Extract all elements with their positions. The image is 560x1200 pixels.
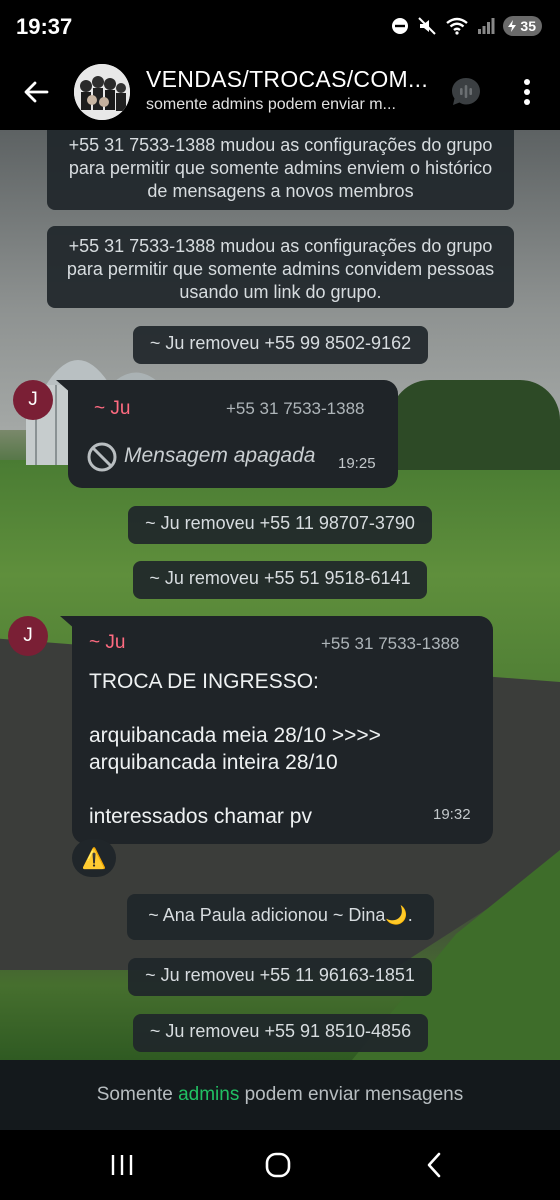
system-message: ~ Ju removeu +55 99 8502-9162 <box>133 326 428 364</box>
warning-icon: ⚠️ <box>81 847 107 870</box>
more-vert-icon <box>524 79 530 105</box>
home-button[interactable] <box>258 1148 298 1182</box>
admins-link[interactable]: admins <box>178 1084 239 1106</box>
message-text: TROCA DE INGRESSO: arquibancada meia 28/… <box>89 670 381 828</box>
system-navigation-bar <box>0 1130 560 1200</box>
nav-back-icon <box>427 1152 441 1178</box>
recent-apps-icon <box>111 1155 133 1175</box>
group-title[interactable]: VENDAS/TROCAS/COM... <box>146 66 436 93</box>
notice-suffix: podem enviar mensagens <box>239 1084 464 1105</box>
home-icon <box>265 1152 291 1178</box>
battery-saver-icon <box>508 20 517 32</box>
system-message: ~ Ju removeu +55 51 9518-6141 <box>133 561 427 599</box>
group-subtitle[interactable]: somente admins podem enviar m... <box>146 96 436 114</box>
status-bar: 19:37 35 <box>0 0 560 54</box>
message-bubble[interactable]: ~ Ju +55 31 7533-1388 TROCA DE INGRESSO:… <box>72 616 493 844</box>
system-message: ~ Ana Paula adicionou ~ Dina🌙. <box>127 894 434 940</box>
recent-apps-button[interactable] <box>102 1148 142 1182</box>
deleted-message-text: Mensagem apagada <box>124 444 316 467</box>
wifi-icon <box>446 17 469 35</box>
sender-avatar[interactable]: J <box>8 616 48 656</box>
chat-area[interactable]: +55 31 7533-1388 mudou as configurações … <box>0 130 560 1060</box>
message-bubble[interactable]: ~ Ju +55 31 7533-1388 Mensagem apagada 1… <box>68 380 398 488</box>
more-options-button[interactable] <box>512 74 542 110</box>
group-avatar-image <box>74 64 130 120</box>
system-message: ~ Ju removeu +55 11 98707-3790 <box>128 506 432 544</box>
system-message: ~ Ju removeu +55 91 8510-4856 <box>133 1014 428 1052</box>
voice-chat-icon <box>452 78 480 105</box>
status-icons: 35 <box>391 16 542 36</box>
system-message: ~ Ju removeu +55 11 96163-1851 <box>128 958 432 996</box>
battery-indicator: 35 <box>503 16 542 36</box>
sender-name[interactable]: ~ Ju <box>89 632 125 654</box>
voice-chat-button[interactable] <box>446 72 486 112</box>
status-time: 19:37 <box>16 14 73 39</box>
admin-only-notice: Somente admins podem enviar mensagens <box>0 1060 560 1130</box>
sender-phone: +55 31 7533-1388 <box>321 634 460 653</box>
notice-prefix: Somente <box>96 1084 179 1105</box>
system-message: +55 31 7533-1388 mudou as configurações … <box>47 226 514 308</box>
sender-phone: +55 31 7533-1388 <box>226 399 365 418</box>
mute-icon <box>418 17 437 35</box>
battery-level: 35 <box>520 18 536 34</box>
back-nav-button[interactable] <box>414 1148 454 1182</box>
message-time: 19:25 <box>338 455 376 472</box>
chat-header: VENDAS/TROCAS/COM... somente admins pode… <box>0 54 560 130</box>
signal-icon <box>478 18 495 34</box>
sender-avatar[interactable]: J <box>13 380 53 420</box>
back-button[interactable] <box>18 74 54 110</box>
group-avatar[interactable] <box>74 64 130 120</box>
sender-name[interactable]: ~ Ju <box>94 398 130 420</box>
blocked-circle-icon <box>87 442 117 472</box>
back-arrow-icon <box>24 81 49 103</box>
message-time: 19:32 <box>433 806 471 823</box>
wallpaper-trees <box>390 380 560 470</box>
dnd-icon <box>392 18 409 34</box>
system-message: +55 31 7533-1388 mudou as configurações … <box>47 130 514 210</box>
reaction-badge[interactable]: ⚠️ <box>72 839 116 877</box>
